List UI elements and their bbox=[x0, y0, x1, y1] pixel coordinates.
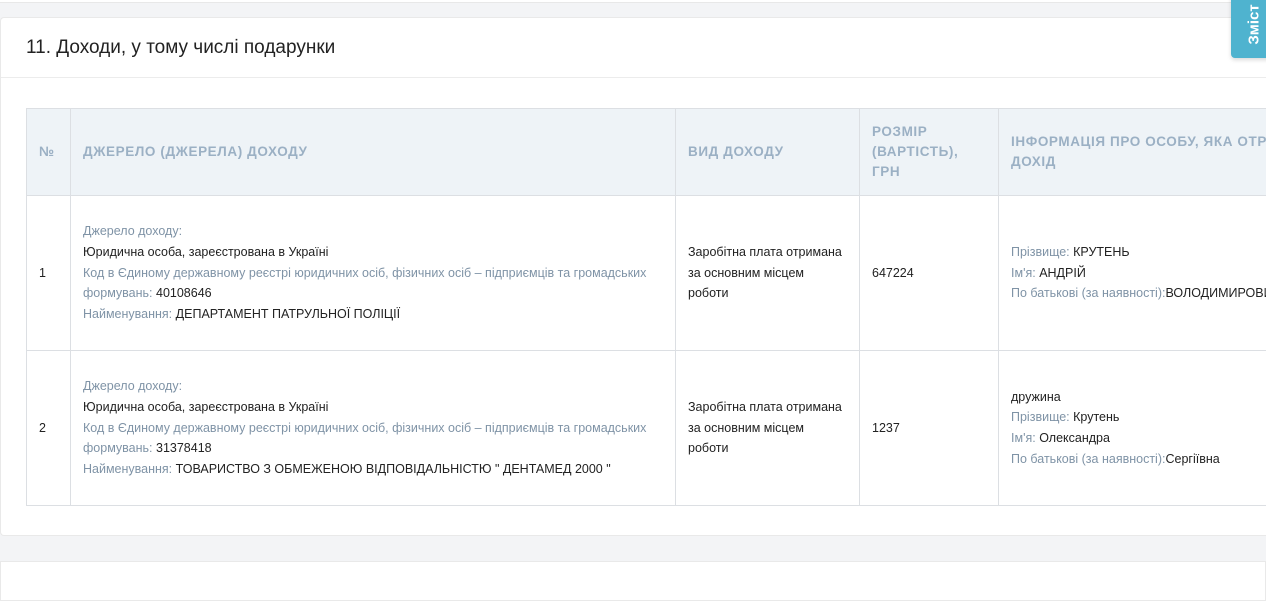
source-cell: Джерело доходу: Юридична особа, зареєстр… bbox=[71, 351, 676, 506]
code-value: 40108646 bbox=[156, 286, 212, 300]
income-section: 11. Доходи, у тому числі подарунки № Дже… bbox=[0, 17, 1266, 536]
section-header: 11. Доходи, у тому числі подарунки bbox=[1, 18, 1266, 78]
header-person: Інформація про особу, яка отримала дохід bbox=[999, 109, 1266, 196]
firstname-label: Ім'я: bbox=[1011, 266, 1036, 280]
patronymic-value: Сергіївна bbox=[1165, 452, 1219, 466]
source-label: Джерело доходу: bbox=[83, 376, 663, 397]
name-label: Найменування: bbox=[83, 462, 172, 476]
income-table-wrapper: № Джерело (джерела) доходу Вид доходу Ро… bbox=[26, 108, 1266, 506]
patronymic-label: По батькові (за наявності): bbox=[1011, 452, 1165, 466]
name-value: ДЕПАРТАМЕНТ ПАТРУЛЬНОЇ ПОЛІЦІЇ bbox=[176, 307, 400, 321]
patronymic-value: ВОЛОДИМИРОВИЧ bbox=[1165, 286, 1266, 300]
relation-value: дружина bbox=[1011, 387, 1266, 408]
income-table: № Джерело (джерела) доходу Вид доходу Ро… bbox=[26, 108, 1266, 506]
header-num: № bbox=[27, 109, 71, 196]
header-amount: Розмір (вартість), грн bbox=[860, 109, 999, 196]
person-cell: Прізвище: КРУТЕНЬ Ім'я: АНДРІЙ По батько… bbox=[999, 196, 1266, 351]
table-row: 2 Джерело доходу: Юридична особа, зареєс… bbox=[27, 351, 1266, 506]
header-source: Джерело (джерела) доходу bbox=[71, 109, 676, 196]
code-value: 31378418 bbox=[156, 441, 212, 455]
next-section-card bbox=[0, 561, 1266, 601]
surname-label: Прізвище: bbox=[1011, 245, 1070, 259]
surname-label: Прізвище: bbox=[1011, 410, 1070, 424]
name-label: Найменування: bbox=[83, 307, 172, 321]
amount-cell: 1237 bbox=[860, 351, 999, 506]
income-type-cell: Заробітна плата отримана за основним міс… bbox=[676, 196, 860, 351]
name-value: ТОВАРИСТВО З ОБМЕЖЕНОЮ ВІДПОВІДАЛЬНІСТЮ … bbox=[176, 462, 611, 476]
section-title: 11. Доходи, у тому числі подарунки bbox=[26, 37, 335, 59]
surname-value: КРУТЕНЬ bbox=[1073, 245, 1130, 259]
header-type: Вид доходу bbox=[676, 109, 860, 196]
firstname-value: АНДРІЙ bbox=[1039, 266, 1086, 280]
source-value: Юридична особа, зареєстрована в Україні bbox=[83, 397, 663, 418]
previous-section-card bbox=[0, 0, 1266, 3]
table-of-contents-label: Зміст bbox=[1246, 4, 1263, 44]
row-num: 1 bbox=[27, 196, 71, 351]
table-header-row: № Джерело (джерела) доходу Вид доходу Ро… bbox=[27, 109, 1266, 196]
table-of-contents-tab[interactable]: Зміст bbox=[1231, 0, 1266, 58]
source-cell: Джерело доходу: Юридична особа, зареєстр… bbox=[71, 196, 676, 351]
firstname-label: Ім'я: bbox=[1011, 431, 1036, 445]
firstname-value: Олександра bbox=[1039, 431, 1110, 445]
person-cell: дружина Прізвище: Крутень Ім'я: Олександ… bbox=[999, 351, 1266, 506]
income-type-cell: Заробітна плата отримана за основним міс… bbox=[676, 351, 860, 506]
source-value: Юридична особа, зареєстрована в Україні bbox=[83, 242, 663, 263]
patronymic-label: По батькові (за наявності): bbox=[1011, 286, 1165, 300]
amount-cell: 647224 bbox=[860, 196, 999, 351]
surname-value: Крутень bbox=[1073, 410, 1119, 424]
row-num: 2 bbox=[27, 351, 71, 506]
table-row: 1 Джерело доходу: Юридична особа, зареєс… bbox=[27, 196, 1266, 351]
source-label: Джерело доходу: bbox=[83, 221, 663, 242]
